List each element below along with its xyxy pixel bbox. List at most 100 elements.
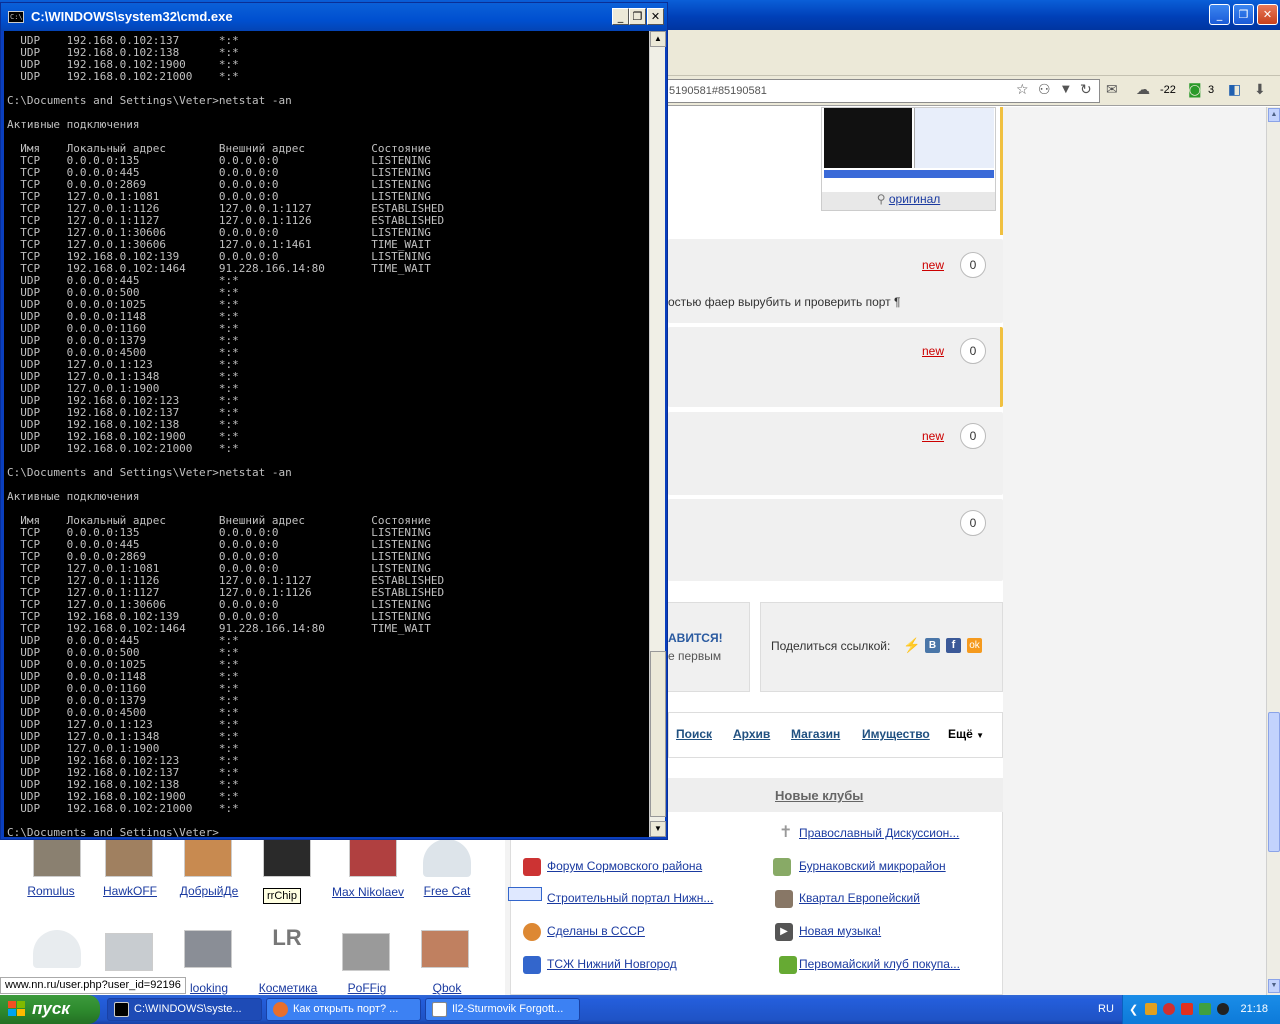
tray-icon[interactable]	[1217, 1003, 1229, 1015]
comment-count[interactable]: 0	[960, 423, 986, 449]
facebook-icon[interactable]: f	[946, 638, 961, 653]
comment-count[interactable]: 0	[960, 252, 986, 278]
star-icon[interactable]: ☆	[1016, 82, 1029, 98]
console-line: Активные подключения	[7, 490, 140, 503]
maximize-button[interactable]: ❐	[1233, 4, 1254, 25]
language-indicator[interactable]: RU	[1098, 1003, 1114, 1015]
cmd-icon[interactable]: C:\	[8, 11, 24, 23]
task-browser[interactable]: Как открыть порт? ...	[266, 998, 421, 1021]
user-name[interactable]: Max Nikolaev	[328, 884, 408, 900]
image-attachment[interactable]: ⚲ оригинал	[821, 107, 996, 211]
scroll-up-arrow[interactable]: ▲	[1268, 108, 1280, 122]
original-link[interactable]: оригинал	[889, 192, 940, 206]
scroll-down-arrow[interactable]: ▼	[650, 821, 666, 837]
addon-icon[interactable]: ◧	[1228, 82, 1241, 98]
windows-flag-icon	[8, 1001, 25, 1016]
club-link[interactable]: Православный Дискуссион...	[799, 826, 975, 840]
avatar[interactable]	[421, 930, 469, 968]
scroll-thumb[interactable]	[650, 651, 666, 817]
tray-arrow-icon[interactable]: ❮	[1129, 1003, 1141, 1016]
user-name[interactable]: HawkOFF	[90, 884, 170, 898]
avatar[interactable]	[263, 839, 311, 877]
comment-card: new 0	[668, 412, 1003, 495]
comment-text: остью фаер вырубить и проверить порт ¶	[668, 295, 901, 309]
console-line: C:\Documents and Settings\Veter>netstat …	[7, 466, 292, 479]
tab-archive[interactable]: Архив	[733, 727, 770, 741]
task-game[interactable]: Il2-Sturmovik Forgott...	[425, 998, 580, 1021]
club-link[interactable]: Первомайский клуб покупа...	[799, 957, 975, 971]
user-name[interactable]: Romulus	[11, 884, 91, 898]
weather-icon[interactable]: ☁	[1136, 82, 1150, 98]
reload-icon[interactable]: ↻	[1080, 82, 1092, 98]
thumbnail-image-right	[914, 108, 994, 168]
user-name[interactable]: Qbok	[407, 981, 487, 995]
clubs-header: Новые клубы	[668, 778, 1003, 812]
browser-scrollbar[interactable]: ▲ ▼	[1266, 107, 1280, 995]
new-clubs-title[interactable]: Новые клубы	[775, 788, 863, 803]
badge-icon[interactable]: ◙	[1188, 82, 1202, 98]
download-icon[interactable]: ⬇	[1254, 82, 1266, 98]
thumbnail-image	[824, 108, 912, 168]
task-label: Как открыть порт? ...	[293, 1003, 399, 1015]
console-line: UDP 192.168.0.102:21000 *:*	[7, 802, 239, 815]
shield-icon[interactable]	[1163, 1003, 1175, 1015]
scroll-down-arrow[interactable]: ▼	[1268, 979, 1280, 993]
glasses-icon[interactable]: ⚇	[1038, 82, 1051, 98]
url-field[interactable]: 5190581#85190581	[660, 79, 1100, 103]
user-name[interactable]: PoFFig	[327, 981, 407, 995]
console-line: C:\Documents and Settings\Veter>_	[7, 826, 226, 838]
console-output[interactable]: UDP 192.168.0.102:137 *:* UDP 192.168.0.…	[4, 31, 649, 837]
comment-card: 0	[668, 499, 1003, 581]
start-button[interactable]: пуск	[0, 995, 100, 1024]
minimize-button[interactable]: _	[1209, 4, 1230, 25]
avatar[interactable]	[184, 930, 232, 968]
comment-count[interactable]: 0	[960, 338, 986, 364]
avatar[interactable]	[184, 839, 232, 877]
play-icon: ▶	[775, 923, 793, 941]
cmd-maximize-button[interactable]: ❐	[629, 8, 646, 25]
tab-property[interactable]: Имущество	[862, 727, 930, 741]
user-name[interactable]: Free Cat	[407, 884, 487, 898]
tray-icon[interactable]	[1145, 1003, 1157, 1015]
warning-icon[interactable]	[1181, 1003, 1193, 1015]
task-cmd[interactable]: C:\WINDOWS\syste...	[107, 998, 262, 1021]
tab-search[interactable]: Поиск	[676, 727, 712, 741]
cross-icon: ✝	[779, 824, 793, 841]
tray-icon[interactable]	[1199, 1003, 1211, 1015]
club-link[interactable]: Сделаны в СССР	[547, 924, 727, 938]
cmd-minimize-button[interactable]: _	[612, 8, 629, 25]
new-link[interactable]: new	[922, 258, 944, 272]
odnoklassniki-icon[interactable]: ok	[967, 638, 982, 653]
mail-icon[interactable]: ✉	[1106, 82, 1118, 98]
club-link[interactable]: ТСЖ Нижний Новгород	[547, 957, 727, 971]
new-link[interactable]: new	[922, 344, 944, 358]
window-icon	[432, 1002, 447, 1017]
brand-logo[interactable]: LR	[263, 925, 311, 963]
tab-more[interactable]: Ещё ▼	[948, 727, 984, 741]
club-link[interactable]: Квартал Европейский	[799, 891, 975, 905]
cmd-titlebar[interactable]: C:\ C:\WINDOWS\system32\cmd.exe _ ❐ ✕	[1, 3, 667, 31]
avatar[interactable]	[33, 839, 81, 877]
club-link[interactable]: Форум Сормовского района	[547, 859, 727, 873]
avatar[interactable]	[105, 839, 153, 877]
club-link[interactable]: Бурнаковский микрорайон	[799, 859, 975, 873]
avatar[interactable]	[105, 933, 153, 971]
cmd-close-button[interactable]: ✕	[647, 8, 664, 25]
user-name[interactable]: Косметика	[248, 981, 328, 995]
comment-count[interactable]: 0	[960, 510, 986, 536]
club-icon	[508, 887, 542, 901]
lightning-icon[interactable]: ⚡	[903, 637, 920, 653]
close-button[interactable]: ✕	[1257, 4, 1278, 25]
user-name[interactable]: ДобрыйДе	[169, 884, 249, 898]
club-link[interactable]: Новая музыка!	[799, 924, 975, 938]
cmd-scrollbar[interactable]: ▲ ▼	[649, 31, 666, 837]
avatar[interactable]	[349, 839, 397, 877]
new-link[interactable]: new	[922, 429, 944, 443]
avatar[interactable]	[342, 933, 390, 971]
dropdown-icon[interactable]: ▼	[1062, 84, 1070, 95]
club-link[interactable]: Строительный портал Нижн...	[547, 891, 727, 905]
scroll-thumb[interactable]	[1268, 712, 1280, 852]
scroll-up-arrow[interactable]: ▲	[650, 31, 666, 47]
vk-icon[interactable]: B	[925, 638, 940, 653]
tab-shop[interactable]: Магазин	[791, 727, 840, 741]
